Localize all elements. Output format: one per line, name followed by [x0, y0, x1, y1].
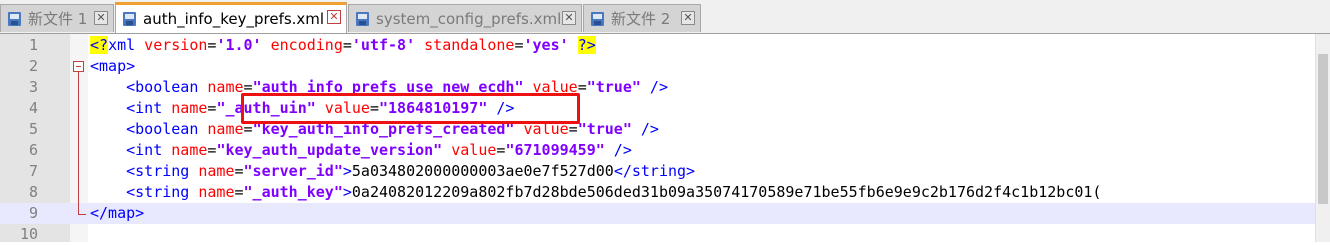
- code-line: 7 <string name="server_id">5a03480200000…: [0, 161, 1315, 182]
- code-line: 1 <?xml version='1.0' encoding='utf-8' s…: [0, 35, 1315, 56]
- close-tab-icon[interactable]: ✕: [562, 11, 576, 25]
- vertical-scrollbar[interactable]: [1315, 34, 1330, 242]
- pi-name: xml: [108, 36, 136, 54]
- editor-area[interactable]: 1 <?xml version='1.0' encoding='utf-8' s…: [0, 34, 1330, 243]
- attr-name: encoding: [261, 36, 343, 54]
- save-file-icon: [122, 11, 138, 27]
- code-line: 5 <boolean name="key_auth_info_prefs_cre…: [0, 119, 1315, 140]
- map-open-tag: <map>: [90, 57, 136, 75]
- fold-collapse-icon[interactable]: [73, 61, 84, 72]
- line-number: 1: [28, 36, 38, 54]
- save-file-icon: [355, 11, 371, 27]
- scrollbar-thumb[interactable]: [1318, 54, 1328, 204]
- close-tab-icon[interactable]: ✕: [327, 10, 341, 24]
- fold-end-marker: [78, 214, 86, 215]
- line-number: 4: [28, 99, 38, 117]
- line-content[interactable]: <int name="key_auth_update_version" valu…: [90, 140, 632, 161]
- line-content[interactable]: </map>: [90, 203, 144, 224]
- pi-close: ?>: [577, 36, 596, 54]
- tab-system-config-prefs[interactable]: system_config_prefs.xml ✕: [348, 4, 582, 32]
- attr-value: '1.0': [216, 36, 262, 54]
- line-number: 2: [28, 57, 38, 75]
- line-content[interactable]: <map>: [90, 56, 135, 77]
- attr-name: version: [135, 36, 208, 54]
- code-line: 2 <map>: [0, 56, 1315, 77]
- tab-auth-info-key-prefs[interactable]: auth_info_key_prefs.xml ✕: [115, 2, 347, 33]
- save-file-icon: [590, 11, 606, 27]
- line-number: 9: [28, 204, 38, 222]
- line-number: 3: [28, 78, 38, 96]
- tab-label: system_config_prefs.xml: [376, 9, 562, 28]
- tab-new-file-1[interactable]: 新文件 1 ✕: [0, 4, 114, 32]
- line-number: 8: [28, 183, 38, 201]
- close-tab-icon[interactable]: ✕: [681, 11, 695, 25]
- code-line: 8 <string name="_auth_key">0a24082012209…: [0, 182, 1315, 203]
- line-content[interactable]: <string name="_auth_key">0a24082012209a8…: [90, 182, 1101, 203]
- line-number: 6: [28, 141, 38, 159]
- attr-name: standalone: [415, 36, 515, 54]
- map-close-tag: </map>: [90, 204, 145, 222]
- line-content[interactable]: <string name="server_id">5a0348020000000…: [90, 161, 695, 182]
- line-number: 7: [28, 162, 38, 180]
- close-tab-icon[interactable]: ✕: [94, 11, 108, 25]
- line-number: 5: [28, 120, 38, 138]
- code-line: 6 <int name="key_auth_update_version" va…: [0, 140, 1315, 161]
- fold-line: [78, 72, 79, 214]
- line-content[interactable]: <?xml version='1.0' encoding='utf-8' sta…: [90, 35, 596, 56]
- pi-open: <?: [90, 36, 109, 54]
- code-line: 3 <boolean name="auth_info_prefs_use_new…: [0, 77, 1315, 98]
- tab-new-file-2[interactable]: 新文件 2 ✕: [583, 4, 701, 32]
- attr-value: 'yes': [523, 36, 569, 54]
- tab-label: auth_info_key_prefs.xml: [143, 10, 325, 28]
- tab-label: 新文件 1: [28, 10, 88, 28]
- attr-value: 'utf-8': [351, 36, 416, 54]
- save-file-icon: [7, 11, 23, 27]
- code-line-current: 9 </map>: [0, 203, 1315, 224]
- tab-label: 新文件 2: [611, 10, 671, 28]
- tab-bar: 新文件 1 ✕ auth_info_key_prefs.xml ✕ system…: [0, 0, 1330, 34]
- current-line-highlight: [88, 203, 1315, 224]
- red-highlight-box: [241, 93, 580, 124]
- code-line: 4 <int name="_auth_uin" value="186481019…: [0, 98, 1315, 119]
